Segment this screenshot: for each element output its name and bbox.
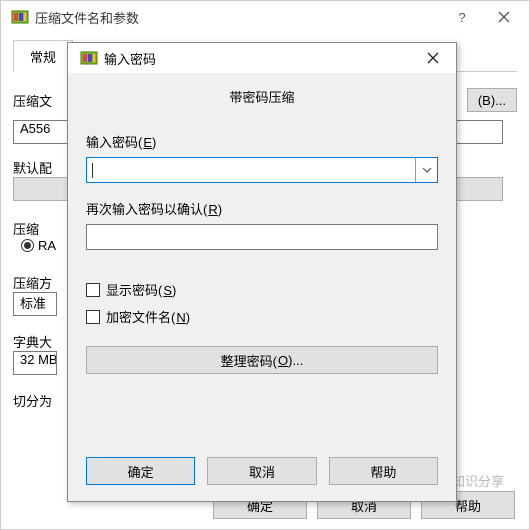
modal-help-button[interactable]: 帮助 [329, 457, 438, 485]
modal-cancel-button[interactable]: 取消 [207, 457, 316, 485]
radio-rar-label: RA [38, 238, 64, 253]
profile-label: 默认配 [13, 158, 57, 177]
encrypt-filename-label: 加密文件名(N) [106, 307, 190, 326]
modal-button-row: 确定 取消 帮助 [68, 445, 456, 501]
archive-name-label: 压缩文 [13, 91, 57, 110]
password-dialog: 输入密码 带密码压缩 输入密码(E) 再次输入密码以确认(R) 显示密码(S) [67, 42, 457, 502]
show-password-label: 显示密码(S) [106, 280, 176, 299]
browse-button[interactable]: (B)... [467, 88, 517, 112]
main-titlebar: 压缩文件名和参数 ? [1, 1, 529, 33]
help-titlebar-button[interactable]: ? [441, 3, 483, 31]
dict-field[interactable]: 32 MB [13, 351, 57, 375]
main-window-title: 压缩文件名和参数 [35, 8, 441, 27]
modal-body: 带密码压缩 输入密码(E) 再次输入密码以确认(R) 显示密码(S) 加密文件名… [68, 73, 456, 445]
method-field[interactable]: 标准 [13, 292, 57, 316]
reenter-password-label: 再次输入密码以确认(R) [86, 199, 438, 218]
encrypt-filename-row: 加密文件名(N) [86, 307, 438, 326]
modal-titlebar: 输入密码 [68, 43, 456, 73]
reenter-password-input[interactable] [86, 224, 438, 250]
tab-general[interactable]: 常规 [13, 40, 73, 72]
modal-title: 输入密码 [104, 49, 416, 68]
method-label: 压缩方 [13, 273, 57, 292]
organize-passwords-button[interactable]: 整理密码(O)... [86, 346, 438, 374]
modal-close-button[interactable] [416, 45, 450, 71]
split-label: 切分为 [13, 391, 57, 410]
radio-rar[interactable] [21, 239, 34, 252]
winrar-icon [11, 8, 29, 26]
dict-label: 字典大 [13, 332, 57, 351]
chevron-down-icon[interactable] [415, 158, 437, 182]
show-password-checkbox[interactable] [86, 283, 100, 297]
winrar-icon [80, 49, 98, 67]
text-cursor [92, 163, 93, 178]
enter-password-label: 输入密码(E) [86, 132, 438, 151]
enter-password-input[interactable] [86, 157, 438, 183]
modal-ok-button[interactable]: 确定 [86, 457, 195, 485]
format-label: 压缩 [13, 219, 53, 238]
show-password-row: 显示密码(S) [86, 280, 438, 299]
close-titlebar-button[interactable] [483, 3, 525, 31]
modal-heading: 带密码压缩 [86, 87, 438, 106]
encrypt-filename-checkbox[interactable] [86, 310, 100, 324]
